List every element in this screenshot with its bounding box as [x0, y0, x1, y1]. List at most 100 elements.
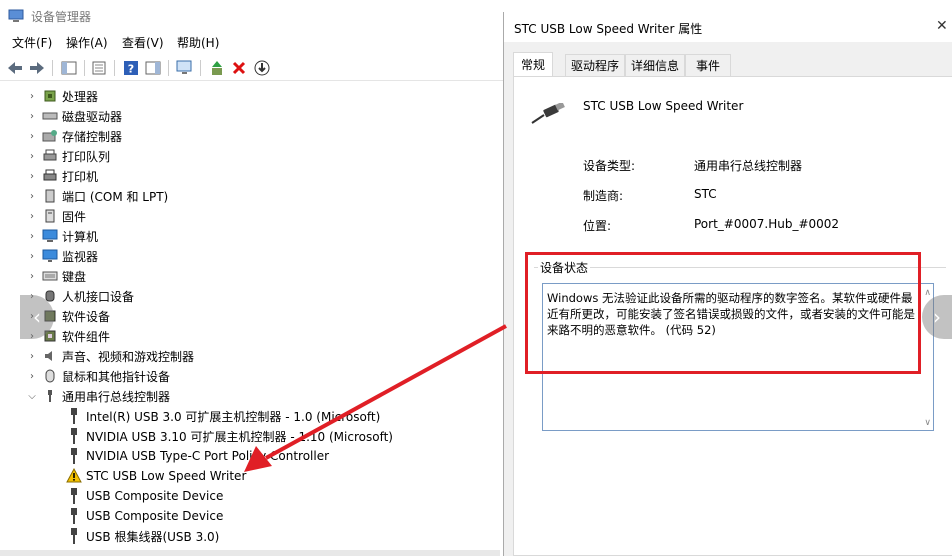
menu-file[interactable]: 文件(F) [12, 34, 52, 51]
uninstall-icon[interactable] [230, 59, 248, 77]
chevron-right-icon[interactable]: › [26, 171, 38, 182]
tree-category-label: 声音、视频和游戏控制器 [62, 349, 195, 364]
tree-category-printer[interactable]: › 打印机 [26, 166, 98, 186]
chevron-right-icon[interactable]: › [26, 191, 38, 202]
menu-action[interactable]: 操作(A) [66, 34, 108, 51]
tree-category-label: 打印队列 [62, 149, 111, 164]
usb-plug-icon [66, 488, 82, 504]
firmware-icon [42, 208, 58, 224]
keyboard-icon [42, 268, 58, 284]
update-driver-icon[interactable] [208, 59, 226, 77]
tree-category-label: 处理器 [62, 89, 99, 104]
usb-device-item[interactable]: NVIDIA USB Type-C Port Policy Controller [62, 446, 329, 466]
monitor-icon [42, 248, 58, 264]
location-value: Port_#0007.Hub_#0002 [694, 217, 840, 231]
usb-device-item[interactable]: NVIDIA USB 3.10 可扩展主机控制器 - 1.10 (Microso… [62, 426, 393, 446]
usb-device-item[interactable]: STC USB Low Speed Writer [62, 466, 246, 486]
chevron-right-icon[interactable]: › [26, 111, 38, 122]
tree-category-keyboard[interactable]: › 键盘 [26, 266, 86, 286]
usb-icon [42, 388, 58, 404]
usb-plug-icon [66, 428, 82, 444]
tree-category-label: 键盘 [62, 269, 87, 284]
scroll-up-icon[interactable]: ∧ [924, 288, 931, 298]
mouse-icon [42, 368, 58, 384]
tree-category-storage[interactable]: › 存储控制器 [26, 126, 122, 146]
back-arrow-icon[interactable] [6, 59, 24, 77]
usb-device-icon [531, 103, 565, 124]
scroll-down-icon[interactable]: ∨ [924, 418, 931, 428]
tab-general[interactable]: 常规 [513, 52, 553, 76]
tree-category-label: 打印机 [62, 169, 99, 184]
tree-category-usb[interactable]: ⌵ 通用串行总线控制器 [26, 386, 170, 406]
print-queue-icon [42, 148, 58, 164]
tree-category-print-queue[interactable]: › 打印队列 [26, 146, 110, 166]
tree-category-label: 软件组件 [62, 329, 111, 344]
manufacturer-label: 制造商: [583, 189, 624, 203]
sound-icon [42, 348, 58, 364]
tree-category-mouse[interactable]: › 鼠标和其他指针设备 [26, 366, 170, 386]
device-manager-icon [8, 9, 24, 22]
show-hide-console-icon[interactable] [60, 59, 78, 77]
usb-plug-icon [66, 408, 82, 424]
tree-category-label: 计算机 [62, 229, 99, 244]
usb-device-item[interactable]: USB Composite Device [62, 506, 223, 526]
tab-driver[interactable]: 驱动程序 [565, 54, 625, 76]
tree-category-monitor[interactable]: › 监视器 [26, 246, 98, 266]
tree-category-label: 磁盘驱动器 [62, 109, 123, 124]
properties-icon[interactable] [90, 59, 108, 77]
chevron-right-icon[interactable]: › [26, 271, 38, 282]
usb-device-label: NVIDIA USB Type-C Port Policy Controller [86, 449, 330, 463]
action-pane-icon[interactable] [144, 59, 162, 77]
usb-device-label: NVIDIA USB 3.10 可扩展主机控制器 - 1.10 (Microso… [86, 429, 393, 444]
device-type-label: 设备类型: [583, 159, 636, 173]
close-icon[interactable]: ✕ [936, 18, 948, 34]
forward-arrow-icon[interactable] [28, 59, 46, 77]
chevron-right-icon[interactable]: › [26, 351, 38, 362]
cpu-icon [42, 88, 58, 104]
tab-details[interactable]: 详细信息 [625, 54, 685, 76]
location-label: 位置: [583, 219, 612, 233]
tree-category-cpu[interactable]: › 处理器 [26, 86, 98, 106]
chevron-down-icon[interactable]: ⌵ [26, 391, 38, 402]
chevron-right-icon[interactable]: › [26, 371, 38, 382]
tree-category-label: 监视器 [62, 249, 99, 264]
device-name: STC USB Low Speed Writer [583, 99, 744, 113]
usb-device-label: STC USB Low Speed Writer [86, 469, 247, 483]
dialog-title: STC USB Low Speed Writer 属性 [514, 22, 703, 36]
printer-icon [42, 168, 58, 184]
tab-events[interactable]: 事件 [685, 54, 731, 76]
chevron-right-icon[interactable]: › [26, 131, 38, 142]
usb-plug-icon [66, 508, 82, 524]
tree-category-label: 人机接口设备 [62, 289, 135, 304]
tree-category-port[interactable]: › 端口 (COM 和 LPT) [26, 186, 168, 206]
usb-device-label: USB 根集线器(USB 3.0) [86, 529, 220, 544]
tree-category-computer[interactable]: › 计算机 [26, 226, 98, 246]
chevron-right-icon[interactable]: › [26, 251, 38, 262]
chevron-right-icon[interactable]: › [26, 151, 38, 162]
download-driver-icon[interactable] [253, 59, 271, 77]
usb-device-item[interactable]: Intel(R) USB 3.0 可扩展主机控制器 - 1.0 (Microso… [62, 406, 380, 426]
storage-icon [42, 128, 58, 144]
horizontal-scrollbar[interactable] [0, 550, 500, 556]
disk-icon [42, 108, 58, 124]
menu-view[interactable]: 查看(V) [122, 34, 164, 51]
device-tree: › 处理器 › 磁盘驱动器 › 存储控制器 › 打印队列 › 打印机 › 端口 (COM 和 LPT)… [4, 84, 504, 550]
tree-category-label: 存储控制器 [62, 129, 123, 144]
usb-device-label: Intel(R) USB 3.0 可扩展主机控制器 - 1.0 (Microso… [86, 409, 381, 424]
usb-device-item[interactable]: USB Composite Device [62, 486, 223, 506]
tree-category-firmware[interactable]: › 固件 [26, 206, 86, 226]
scan-hardware-icon[interactable] [176, 59, 194, 77]
menu-help[interactable]: 帮助(H) [177, 34, 219, 51]
chevron-right-icon[interactable]: › [26, 231, 38, 242]
usb-device-label: USB Composite Device [86, 509, 224, 523]
chevron-right-icon[interactable]: › [26, 91, 38, 102]
tree-category-label: 通用串行总线控制器 [62, 389, 171, 404]
usb-device-item[interactable]: USB 根集线器(USB 3.0) [62, 526, 219, 546]
chevron-right-icon[interactable]: › [26, 211, 38, 222]
warning-icon [66, 468, 82, 484]
tree-category-sound[interactable]: › 声音、视频和游戏控制器 [26, 346, 194, 366]
tree-category-label: 软件设备 [62, 309, 111, 324]
help-icon[interactable]: ? [122, 59, 140, 77]
computer-icon [42, 228, 58, 244]
tree-category-disk[interactable]: › 磁盘驱动器 [26, 106, 122, 126]
